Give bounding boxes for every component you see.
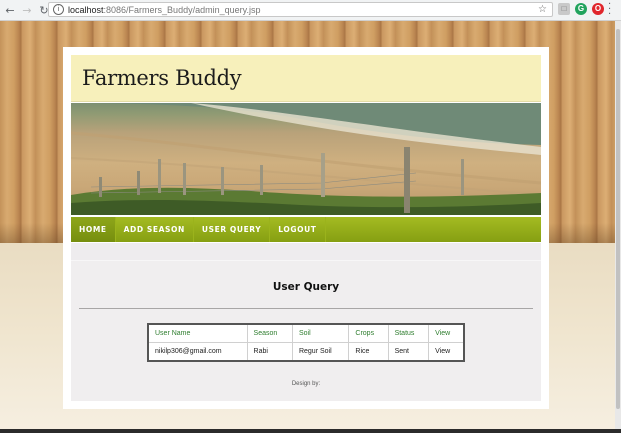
- bookmark-star-icon[interactable]: ☆: [538, 4, 547, 15]
- cell-user-name: nikilp306@gmail.com: [147, 342, 248, 362]
- cell-status: Sent: [387, 342, 430, 362]
- arrow-right-icon: →: [22, 3, 32, 17]
- main-nav: HOME ADD SEASON USER QUERY LOGOUT: [71, 217, 541, 242]
- column-header-user-name: User Name: [147, 323, 248, 343]
- forward-button[interactable]: →: [20, 3, 34, 17]
- nav-logout[interactable]: LOGOUT: [270, 217, 326, 242]
- user-query-table: User Name Season Soil Crops Status View …: [147, 323, 465, 362]
- browser-menu-icon[interactable]: · · ·: [608, 0, 611, 20]
- column-header-season: Season: [246, 323, 293, 343]
- address-bar[interactable]: i localhost:8086/Farmers_Buddy/admin_que…: [48, 2, 553, 17]
- view-link[interactable]: View: [428, 342, 465, 362]
- url-host: localhost: [68, 4, 104, 15]
- page-scrollbar[interactable]: [615, 21, 621, 433]
- os-taskbar: [0, 429, 621, 433]
- opera-icon[interactable]: O: [592, 3, 604, 15]
- site-title: Farmers Buddy: [82, 66, 242, 90]
- main-content: User Query User Name Season Soil Crops S…: [71, 243, 541, 401]
- url-path: :8086/Farmers_Buddy/admin_query.jsp: [103, 4, 261, 15]
- cell-season: Rabi: [246, 342, 293, 362]
- banner-image: [71, 103, 541, 215]
- column-header-status: Status: [387, 323, 430, 343]
- beach-fence-illustration: [71, 103, 541, 215]
- page-viewport: Farmers Buddy HOME ADD SEASON USER QUERY…: [0, 21, 621, 433]
- table-row: nikilp306@gmail.com Rabi Regur Soil Rice…: [147, 342, 465, 362]
- info-icon[interactable]: i: [53, 4, 64, 15]
- nav-user-query[interactable]: USER QUERY: [194, 217, 271, 242]
- divider: [79, 308, 533, 309]
- column-header-soil: Soil: [291, 323, 350, 343]
- back-button[interactable]: ←: [3, 3, 17, 17]
- site-header: Farmers Buddy: [71, 55, 541, 102]
- page-title: User Query: [272, 281, 340, 293]
- column-header-crops: Crops: [348, 323, 389, 343]
- arrow-left-icon: ←: [5, 3, 15, 17]
- extension-green-icon[interactable]: G: [575, 3, 587, 15]
- extension-grey-icon[interactable]: □: [558, 3, 570, 15]
- cell-soil: Regur Soil: [291, 342, 350, 362]
- scrollbar-thumb[interactable]: [616, 29, 620, 409]
- content-top-strip: [71, 243, 541, 261]
- browser-toolbar: ← → ↻ i localhost:8086/Farmers_Buddy/adm…: [0, 0, 621, 21]
- site-container: Farmers Buddy HOME ADD SEASON USER QUERY…: [63, 47, 549, 409]
- table-header-row: User Name Season Soil Crops Status View: [147, 323, 465, 343]
- nav-add-season[interactable]: ADD SEASON: [116, 217, 194, 242]
- footer-credit: Design by:: [291, 381, 321, 387]
- column-header-view: View: [428, 323, 465, 343]
- cell-crops: Rice: [348, 342, 389, 362]
- nav-home[interactable]: HOME: [71, 217, 116, 242]
